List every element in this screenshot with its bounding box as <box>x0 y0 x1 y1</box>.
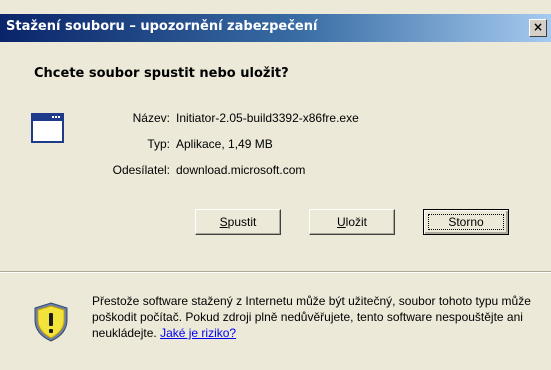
run-button[interactable]: Spustit <box>195 209 281 235</box>
cancel-label: Storno <box>448 215 484 229</box>
security-warning-dialog: Stažení souboru – upozornění zabezpečení… <box>0 0 551 370</box>
title-bar[interactable]: Stažení souboru – upozornění zabezpečení… <box>0 14 551 42</box>
focus-rectangle: Storno <box>428 214 504 230</box>
sender-value: download.microsoft.com <box>176 163 306 177</box>
type-label: Typ: <box>147 137 170 151</box>
info-row-sender: Odesílatel: download.microsoft.com <box>0 163 551 181</box>
shield-warning-icon <box>34 302 68 342</box>
run-mnemonic: S <box>219 215 228 229</box>
type-value: Aplikace, 1,49 MB <box>176 137 273 151</box>
warning-text: Přestože software stažený z Internetu mů… <box>92 294 531 340</box>
window-title: Stažení souboru – upozornění zabezpečení <box>6 19 318 34</box>
save-mnemonic: U <box>336 215 346 229</box>
name-label: Název: <box>132 111 170 125</box>
close-button[interactable]: × <box>529 19 547 37</box>
section-divider <box>0 271 551 273</box>
save-label-rest: ložit <box>345 215 367 229</box>
info-row-name: Název: Initiator-2.05-build3392-x86fre.e… <box>0 111 551 129</box>
name-value: Initiator-2.05-build3392-x86fre.exe <box>176 111 359 125</box>
risk-link[interactable]: Jaké je riziko? <box>160 326 236 340</box>
save-button[interactable]: Uložit <box>309 209 395 235</box>
sender-label: Odesílatel: <box>112 163 170 177</box>
warning-message: Přestože software stažený z Internetu mů… <box>92 293 542 341</box>
info-row-type: Typ: Aplikace, 1,49 MB <box>0 137 551 155</box>
run-label-rest: pustit <box>227 215 257 229</box>
cancel-button[interactable]: Storno <box>423 209 509 235</box>
dialog-question: Chcete soubor spustit nebo uložit? <box>34 66 289 81</box>
close-icon: × <box>532 20 544 34</box>
